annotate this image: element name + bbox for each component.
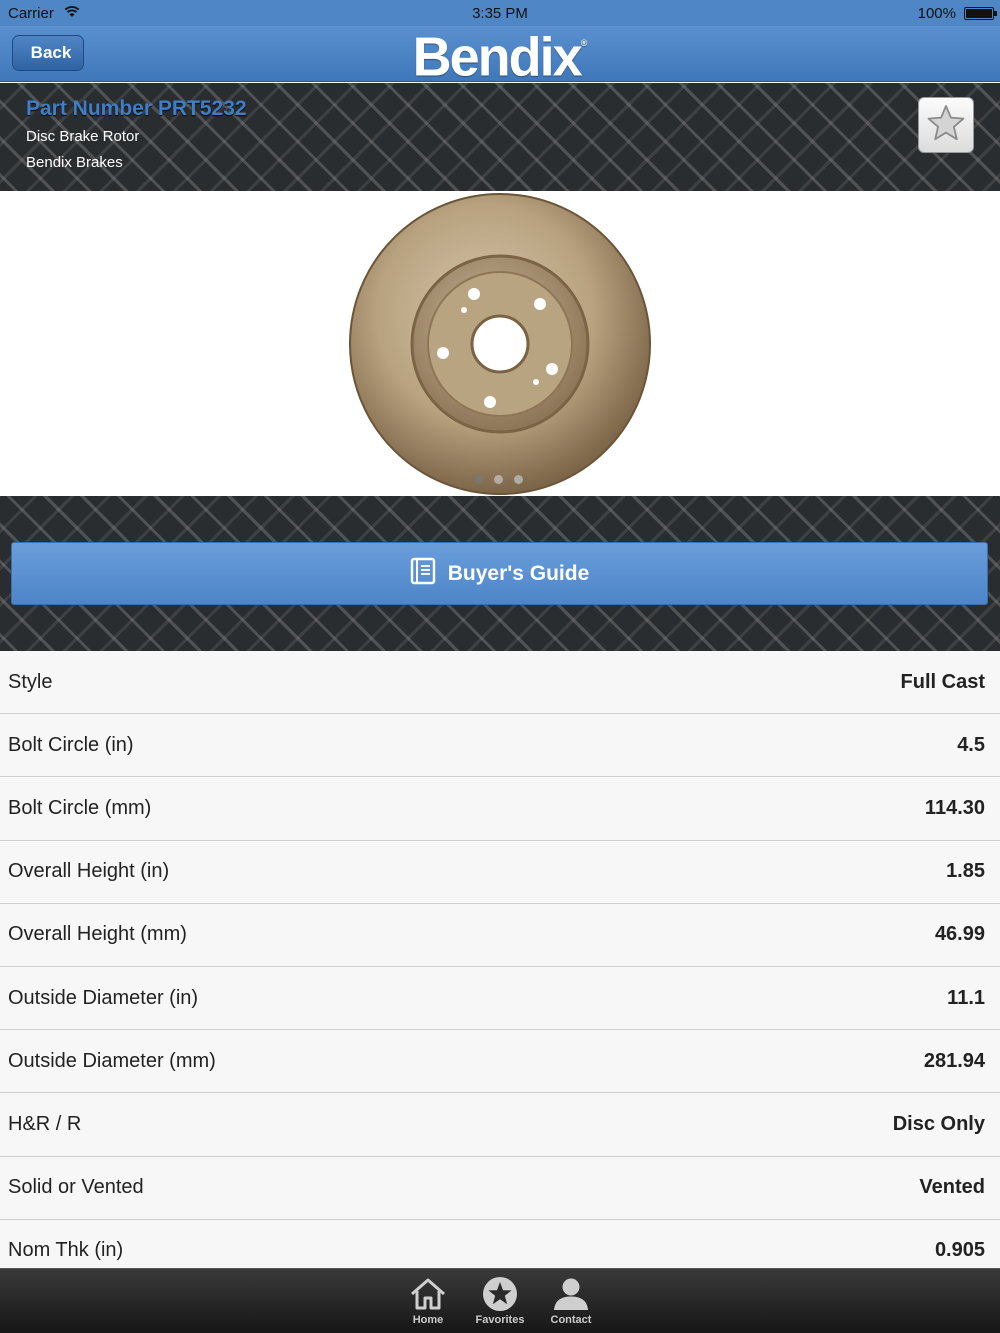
- spec-row-bolt-circle-mm: Bolt Circle (mm) 114.30: [0, 777, 1000, 841]
- buyers-guide-label: Buyer's Guide: [447, 561, 590, 585]
- part-brand: Bendix Brakes: [26, 154, 123, 171]
- part-number: Part Number PRT5232: [26, 97, 247, 120]
- brake-rotor-image: [349, 193, 651, 495]
- registered-mark: ®: [580, 37, 588, 48]
- spec-label: Overall Height (mm): [8, 923, 187, 946]
- spec-value: 1.85: [946, 860, 985, 883]
- buyers-guide-button[interactable]: Buyer's Guide: [11, 542, 988, 605]
- page-dot[interactable]: [474, 475, 483, 484]
- page-dot[interactable]: [494, 475, 503, 484]
- buyers-guide-section: Buyer's Guide: [0, 496, 1000, 651]
- spec-value: 0.905: [934, 1239, 985, 1262]
- spec-label: H&R / R: [8, 1112, 82, 1135]
- spec-row-overall-height-in: Overall Height (in) 1.85: [0, 840, 1000, 904]
- favorite-button[interactable]: [918, 97, 974, 153]
- spec-value: Full Cast: [900, 670, 985, 693]
- product-image-gallery[interactable]: [0, 191, 1000, 496]
- tab-contact-label: Contact: [550, 1314, 592, 1326]
- spec-row-bolt-circle-in: Bolt Circle (in) 4.5: [0, 714, 1000, 778]
- spec-row-overall-height-mm: Overall Height (mm) 46.99: [0, 903, 1000, 967]
- page-dot[interactable]: [514, 475, 523, 484]
- home-icon: [393, 1275, 463, 1313]
- bendix-logo: Bendix®: [0, 25, 1000, 88]
- battery-percent: 100%: [917, 5, 956, 22]
- tab-contact[interactable]: Contact: [536, 1275, 606, 1326]
- spec-label: Bolt Circle (in): [8, 733, 134, 756]
- spec-label: Outside Diameter (mm): [8, 1049, 216, 1072]
- navigation-bar: Back Bendix®: [0, 26, 1000, 88]
- spec-label: Outside Diameter (in): [8, 986, 199, 1009]
- tab-home-label: Home: [412, 1314, 444, 1326]
- spec-value: 11.1: [947, 986, 985, 1009]
- spec-label: Overall Height (in): [8, 860, 170, 883]
- spec-label: Style: [8, 670, 53, 693]
- spec-value: 281.94: [923, 1049, 985, 1072]
- spec-row-style: Style Full Cast: [0, 651, 1000, 715]
- spec-label: Solid or Vented: [8, 1176, 144, 1199]
- spec-label: Bolt Circle (mm): [8, 796, 152, 819]
- spec-list: Style Full Cast Bolt Circle (in) 4.5 Bol…: [0, 651, 1000, 1283]
- spec-value: Disc Only: [892, 1112, 985, 1135]
- person-icon: [536, 1275, 606, 1313]
- clock: 3:35 PM: [472, 5, 528, 22]
- spec-value: 46.99: [934, 923, 985, 946]
- logo-text: Bendix: [412, 26, 583, 88]
- star-icon: [926, 103, 966, 148]
- part-description: Disc Brake Rotor: [26, 128, 140, 145]
- tab-home[interactable]: Home: [393, 1275, 463, 1326]
- spec-row-outside-diameter-mm: Outside Diameter (mm) 281.94: [0, 1030, 1000, 1094]
- spec-row-outside-diameter-in: Outside Diameter (in) 11.1: [0, 966, 1000, 1031]
- book-icon: [410, 557, 436, 591]
- spec-row-solid-or-vented: Solid or Vented Vented: [0, 1156, 1000, 1220]
- star-icon: [465, 1275, 535, 1313]
- battery-icon: [964, 7, 997, 20]
- part-header: Part Number PRT5232 Disc Brake Rotor Ben…: [0, 83, 1000, 191]
- spec-value: Vented: [919, 1176, 985, 1199]
- tab-favorites-label: Favorites: [475, 1314, 525, 1326]
- spec-value: 4.5: [957, 733, 985, 756]
- spec-value: 114.30: [924, 796, 985, 819]
- tab-favorites[interactable]: Favorites: [465, 1275, 535, 1326]
- tab-bar: Home Favorites Contact: [0, 1268, 1000, 1333]
- spec-row-hr-r: H&R / R Disc Only: [0, 1093, 1000, 1157]
- spec-label: Nom Thk (in): [8, 1239, 124, 1262]
- image-page-indicator[interactable]: [474, 475, 523, 484]
- status-bar: Carrier 3:35 PM 100%: [0, 0, 1000, 26]
